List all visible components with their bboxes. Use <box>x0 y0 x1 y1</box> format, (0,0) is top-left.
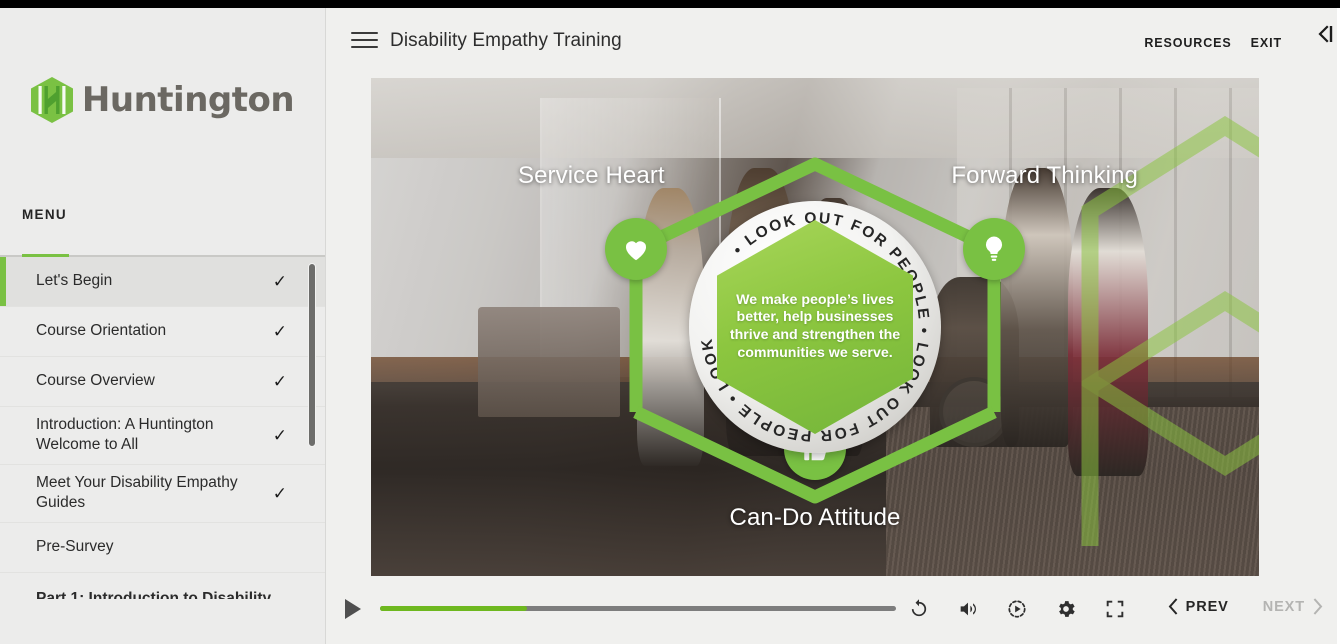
prev-button-label: PREV <box>1185 598 1229 615</box>
exit-link[interactable]: EXIT <box>1251 36 1282 50</box>
playback-icon-group <box>906 596 1127 621</box>
volume-icon[interactable] <box>955 596 980 621</box>
checkmark-icon: ✓ <box>272 272 287 291</box>
menu-item[interactable]: Course Orientation ✓ <box>0 307 325 357</box>
service-heart-label: Service Heart <box>518 162 665 189</box>
course-sidebar: Huntington MENU Let's Begin ✓ Course Orien… <box>0 8 326 644</box>
checkmark-icon: ✓ <box>272 483 287 503</box>
menu-header: MENU <box>0 191 325 257</box>
menu-item[interactable]: Let's Begin ✓ <box>0 257 325 307</box>
brand-logo-area: Huntington <box>0 8 325 191</box>
progress-bar[interactable] <box>380 606 896 611</box>
course-player-window: Huntington MENU Let's Begin ✓ Course Orien… <box>0 0 1340 644</box>
service-heart-node <box>605 218 667 280</box>
checkmark-icon: ✓ <box>272 425 287 445</box>
menu-item[interactable]: Part 1: Introduction to Disability <box>0 573 325 599</box>
progress-bar-fill <box>380 606 528 611</box>
fullscreen-icon[interactable] <box>1102 596 1127 621</box>
chevron-right-icon <box>1313 598 1323 615</box>
player-controls: PREV NEXT <box>326 576 1340 644</box>
menu-item-label: Course Overview <box>36 372 155 390</box>
course-title: Disability Empathy Training <box>390 30 622 51</box>
menu-item-label: Pre-Survey <box>36 538 114 556</box>
menu-item-label: Let's Begin <box>36 272 113 290</box>
forward-thinking-label: Forward Thinking <box>951 162 1138 189</box>
resources-link[interactable]: RESOURCES <box>1144 36 1231 50</box>
menu-item[interactable]: Introduction: A Huntington Welcome to Al… <box>0 407 325 465</box>
prev-button[interactable]: PREV <box>1168 598 1229 615</box>
replay-icon[interactable] <box>906 596 931 621</box>
menu-item[interactable]: Meet Your Disability Empathy Guides ✓ <box>0 465 325 523</box>
menu-item-label: Meet Your Disability Empathy Guides <box>36 473 238 512</box>
window-top-strip <box>0 0 1340 8</box>
video-stage[interactable]: Service Heart Forward Thinking Can-Do At… <box>371 78 1259 576</box>
menu-scroll-region[interactable]: Let's Begin ✓ Course Orientation ✓ Course Ov… <box>0 257 325 644</box>
brand-wordmark: Huntington <box>81 79 295 120</box>
hamburger-menu-icon[interactable] <box>351 32 378 48</box>
settings-gear-icon[interactable] <box>1053 596 1078 621</box>
next-button-label: NEXT <box>1262 598 1305 615</box>
main-content-area: Disability Empathy Training RESOURCES EX… <box>326 8 1340 644</box>
checkmark-icon: ✓ <box>272 372 287 391</box>
course-header: Disability Empathy Training RESOURCES EX… <box>326 8 1340 70</box>
next-button[interactable]: NEXT <box>1263 598 1323 615</box>
checkmark-icon: ✓ <box>272 322 287 341</box>
menu-item[interactable]: Course Overview ✓ <box>0 357 325 407</box>
forward-thinking-node <box>963 218 1025 280</box>
huntington-logo: Huntington <box>30 76 295 123</box>
lightbulb-icon <box>985 236 1003 261</box>
heart-icon <box>625 241 647 261</box>
menu-item-label: Course Orientation <box>36 322 167 340</box>
course-menu-list: Let's Begin ✓ Course Orientation ✓ Course Ov… <box>0 257 325 599</box>
header-links: RESOURCES EXIT <box>1144 36 1282 50</box>
huntington-hexagon-logo-icon <box>30 76 73 123</box>
menu-scrollbar-track[interactable] <box>308 257 316 644</box>
mission-statement: We make people’s lives better, help busi… <box>729 291 901 361</box>
can-do-attitude-label: Can-Do Attitude <box>729 504 901 531</box>
play-button[interactable] <box>345 599 361 619</box>
collapse-panel-icon[interactable] <box>1313 23 1337 45</box>
playback-speed-icon[interactable] <box>1004 596 1029 621</box>
chevron-left-icon <box>1168 598 1177 615</box>
menu-item-label: Part 1: Introduction to Disability <box>36 589 272 599</box>
menu-scrollbar-thumb[interactable] <box>308 263 316 447</box>
navigation-buttons: PREV NEXT <box>1168 598 1323 615</box>
menu-item-label: Introduction: A Huntington Welcome to Al… <box>36 416 214 454</box>
menu-item[interactable]: Pre-Survey <box>0 523 325 573</box>
menu-title: MENU <box>22 207 67 222</box>
core-values-graphic: Service Heart Forward Thinking Can-Do At… <box>518 112 1138 542</box>
mission-seal: • LOOK OUT FOR PEOPLE • LOOK OUT FOR PEO… <box>689 201 941 453</box>
